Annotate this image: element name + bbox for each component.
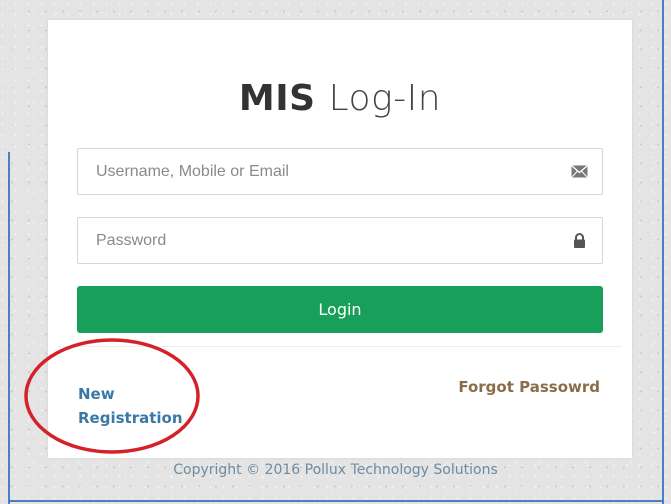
username-field-group: [77, 148, 603, 195]
forgot-password-link[interactable]: Forgot Passowrd: [458, 378, 600, 396]
page-title: MIS Log-In: [48, 78, 632, 119]
copyright-text: Copyright © 2016 Pollux Technology Solut…: [173, 462, 498, 478]
username-input[interactable]: [78, 149, 602, 194]
frame-gap: [6, 0, 12, 152]
lock-icon: [571, 233, 588, 248]
page-title-bold: MIS: [238, 78, 316, 119]
page-title-light: Log-In: [328, 78, 442, 119]
password-input[interactable]: [78, 218, 602, 263]
screenshot-frame-bottom: [8, 500, 664, 502]
highlight-ellipse: [24, 338, 200, 454]
password-field-group: [77, 217, 603, 264]
envelope-icon: [571, 164, 588, 179]
login-button[interactable]: Login: [77, 286, 603, 333]
